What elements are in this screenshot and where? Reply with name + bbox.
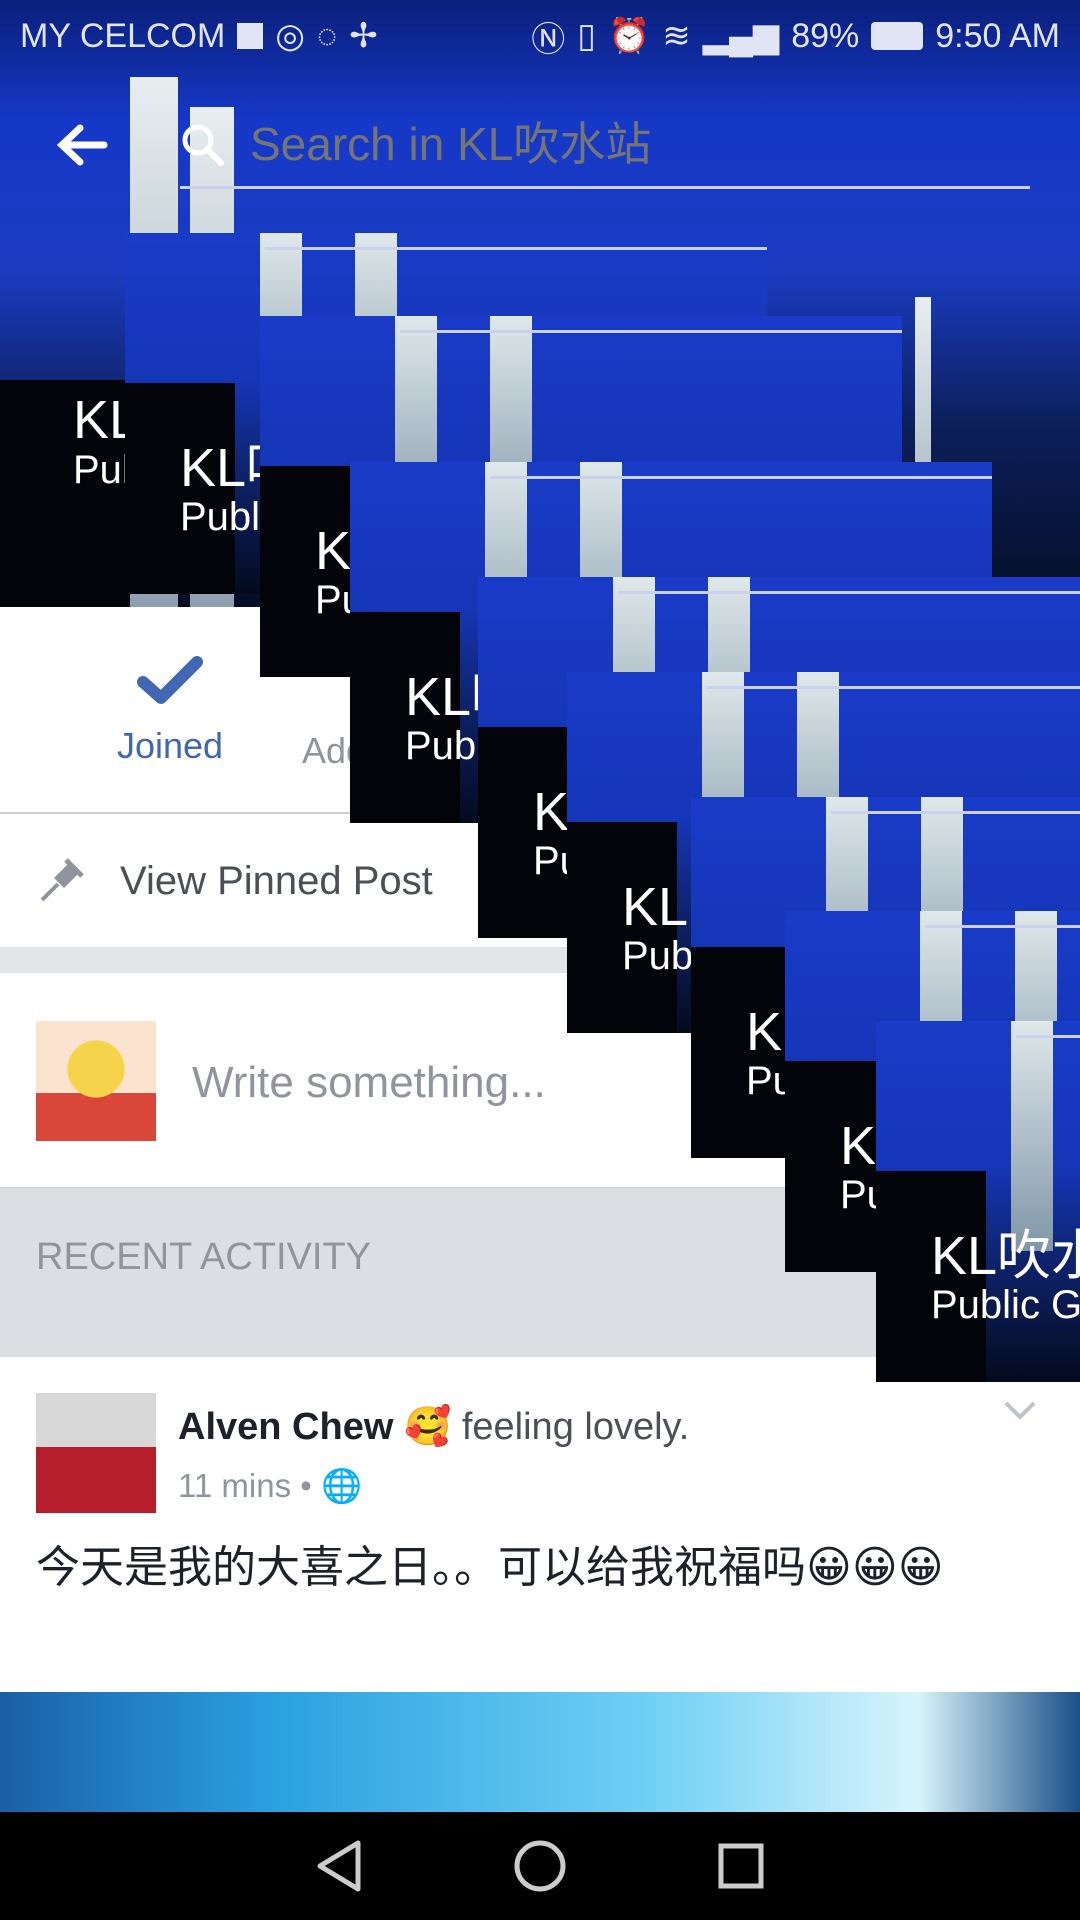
- back-nav-icon[interactable]: [314, 1839, 364, 1893]
- author-name[interactable]: Alven Chew: [178, 1406, 393, 1448]
- joined-label: Joined: [116, 725, 224, 766]
- checkmark-icon: [137, 656, 203, 704]
- cover-copy-tile: KL吹水站Public Group: [876, 1021, 1080, 1382]
- back-arrow-icon[interactable]: [52, 120, 112, 170]
- post-photo[interactable]: [0, 1692, 1080, 1812]
- clock: 9:50 AM: [935, 16, 1060, 55]
- author-avatar[interactable]: [36, 1393, 156, 1513]
- battery-icon: [871, 22, 924, 50]
- globe-icon: 🌐: [321, 1467, 363, 1504]
- nfc-icon: Ⓝ: [531, 20, 566, 59]
- pin-icon: [40, 858, 84, 902]
- vibrate-icon: ▯: [577, 17, 596, 55]
- pinned-label: View Pinned Post: [120, 859, 433, 903]
- carrier-label: MY CELCOM: [20, 16, 226, 55]
- facebook-icon: [237, 23, 264, 49]
- search-bar: [0, 100, 1080, 190]
- post: Alven Chew 🥰 feeling lovely. 11 mins • 🌐…: [0, 1357, 1080, 1692]
- separator-dot: •: [300, 1467, 312, 1504]
- search-icon: [182, 124, 224, 166]
- navigation-bar: [0, 1812, 1080, 1920]
- write-something-input[interactable]: Write something...: [192, 1058, 546, 1108]
- status-bar: MY CELCOM ◎ ◌ ✢ Ⓝ ▯ ⏰ ≋ ▂▄▆ 89% 9:50 AM: [0, 0, 1080, 72]
- home-nav-icon[interactable]: [513, 1839, 567, 1893]
- joined-button[interactable]: Joined: [100, 652, 240, 782]
- search-underline: [180, 186, 1030, 189]
- group-privacy: Public Group: [931, 1283, 1080, 1327]
- wifi-icon: ≋: [662, 17, 691, 55]
- chevron-down-icon[interactable]: [1002, 1399, 1038, 1423]
- signal-icon: ▂▄▆: [702, 17, 780, 55]
- whatsapp-icon: ◌: [316, 16, 338, 55]
- pinwheel-icon: ✢: [349, 17, 378, 55]
- feeling-emoji: 🥰: [403, 1406, 452, 1448]
- recent-activity-label: RECENT ACTIVITY: [36, 1236, 372, 1278]
- battery-percent: 89%: [791, 16, 860, 55]
- alarm-icon: ⏰: [607, 17, 651, 55]
- recents-nav-icon[interactable]: [716, 1841, 766, 1891]
- group-name: KL吹水站: [931, 1226, 1080, 1286]
- post-body: 今天是我的大喜之日。。可以给我祝福吗😀😀😀: [36, 1543, 944, 1592]
- chrome-icon: ◎: [275, 17, 305, 55]
- feeling-text: feeling lovely.: [461, 1406, 690, 1448]
- post-time[interactable]: 11 mins: [178, 1467, 291, 1504]
- user-avatar[interactable]: [36, 1021, 156, 1141]
- search-input[interactable]: [250, 114, 1030, 174]
